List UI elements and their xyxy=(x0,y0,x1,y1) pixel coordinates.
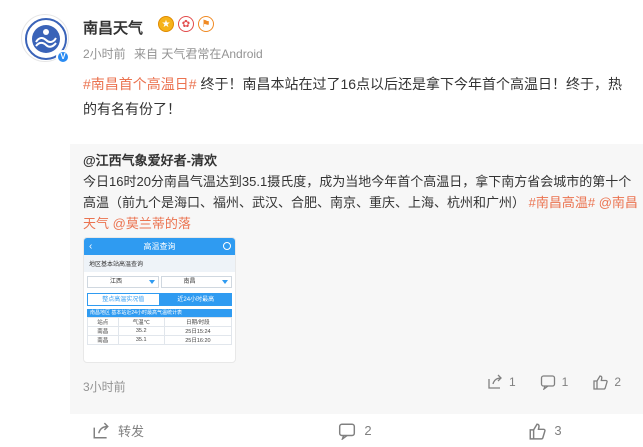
table-cell: 25日16:20 xyxy=(163,335,233,345)
crown-badge-icon[interactable]: ★ xyxy=(158,16,174,32)
thumb-tab-hourly: 整点高温实况值 xyxy=(87,293,160,306)
repost-text: @江西气象爱好者-清欢 今日16时20分南昌气温达到35.1摄氏度，成为当地今年… xyxy=(83,150,638,234)
repost-image-thumbnail[interactable]: ‹ 高温查询 地区基本站高温查询 江西 南昌 整点高温实况值 近24小时最高 南… xyxy=(83,237,236,363)
thumb-header: ‹ 高温查询 xyxy=(84,238,235,255)
caret-down-icon xyxy=(148,280,155,284)
repost-comment-button[interactable]: 1 xyxy=(540,374,569,390)
repost-label: 转发 xyxy=(118,424,145,439)
user-badges: ★ ✿ ⚑ xyxy=(158,16,214,32)
repost-author-link[interactable]: @江西气象爱好者-清欢 xyxy=(83,153,217,168)
table-header-cell: 气温℃ xyxy=(117,317,165,327)
table-cell: 25日15:24 xyxy=(163,326,233,336)
verified-badge-icon: V xyxy=(56,50,70,64)
share-icon xyxy=(488,374,502,389)
repost-share-button[interactable]: 1 xyxy=(487,374,516,390)
thumb-subtitle: 地区基本站高温查询 xyxy=(84,255,235,272)
thumb-city: 南昌 xyxy=(183,279,196,285)
thumb-table-title: 南昌地区 基本站近24小时最高气温统计表 xyxy=(87,309,232,317)
repost-card: @江西气象爱好者-清欢 今日16时20分南昌气温达到35.1摄氏度，成为当地今年… xyxy=(70,144,643,414)
comment-icon xyxy=(540,375,555,390)
like-button[interactable]: 3 xyxy=(450,422,640,440)
back-icon: ‹ xyxy=(89,241,93,252)
table-row: 南昌 35.2 25日15:24 xyxy=(87,326,233,336)
repost-button[interactable]: 转发 xyxy=(70,421,260,440)
table-row: 南昌 35.1 25日16:20 xyxy=(87,335,233,345)
repost-share-count: 1 xyxy=(508,375,516,389)
repost-like-count: 2 xyxy=(614,375,621,389)
post-action-bar: 转发 2 3 xyxy=(70,414,643,447)
repost-comment-count: 1 xyxy=(561,375,569,389)
repost-topic-link[interactable]: #南昌高温# xyxy=(529,195,595,210)
table-cell: 35.2 xyxy=(117,326,165,336)
user-name[interactable]: 南昌天气 xyxy=(83,17,143,38)
repost-time[interactable]: 3小时前 xyxy=(83,378,126,395)
thumb-header-title: 高温查询 xyxy=(143,242,176,251)
repost-actions: 1 1 2 xyxy=(487,374,621,390)
post-text: #南昌首个高温日# 终于！南昌本站在过了16点以后还是拿下今年首个高温日！终于，… xyxy=(83,72,628,122)
comment-icon xyxy=(339,423,356,440)
thumb-province: 江西 xyxy=(110,279,123,285)
topic-link[interactable]: #南昌首个高温日# xyxy=(83,76,197,92)
like-count: 3 xyxy=(554,423,562,438)
table-cell: 南昌 xyxy=(87,326,119,336)
comment-button[interactable]: 2 xyxy=(260,422,450,440)
thumb-selects: 江西 南昌 xyxy=(84,272,235,290)
table-header-cell: 日期/时段 xyxy=(163,317,233,327)
thumb-table: 站点 气温℃ 日期/时段 南昌 35.2 25日15:24 南昌 35.1 25… xyxy=(87,317,233,345)
menu-icon xyxy=(223,242,231,250)
thumb-city-select: 南昌 xyxy=(160,276,232,288)
flag-badge-icon[interactable]: ⚑ xyxy=(198,16,214,32)
mention-link-2[interactable]: @莫兰蒂的落 xyxy=(113,216,191,231)
caret-down-icon xyxy=(222,280,228,284)
post-meta: 2小时前 来自 天气君常在Android xyxy=(83,45,268,62)
table-cell: 35.1 xyxy=(117,335,165,345)
thumb-tabs: 整点高温实况值 近24小时最高 xyxy=(87,293,232,306)
table-header-cell: 站点 xyxy=(87,317,119,327)
thumbs-up-icon xyxy=(593,375,609,390)
comment-count: 2 xyxy=(364,423,372,438)
post-source: 来自 天气君常在Android xyxy=(134,47,263,61)
share-icon xyxy=(93,422,109,438)
thumb-province-select: 江西 xyxy=(87,276,159,288)
flower-badge-icon[interactable]: ✿ xyxy=(178,16,194,32)
repost-like-button[interactable]: 2 xyxy=(592,374,621,390)
post-time[interactable]: 2小时前 xyxy=(83,47,126,61)
thumb-tab-24h: 近24小时最高 xyxy=(159,293,232,306)
table-row: 站点 气温℃ 日期/时段 xyxy=(87,317,233,327)
table-cell: 南昌 xyxy=(87,335,119,345)
thumbs-up-icon xyxy=(529,423,547,440)
